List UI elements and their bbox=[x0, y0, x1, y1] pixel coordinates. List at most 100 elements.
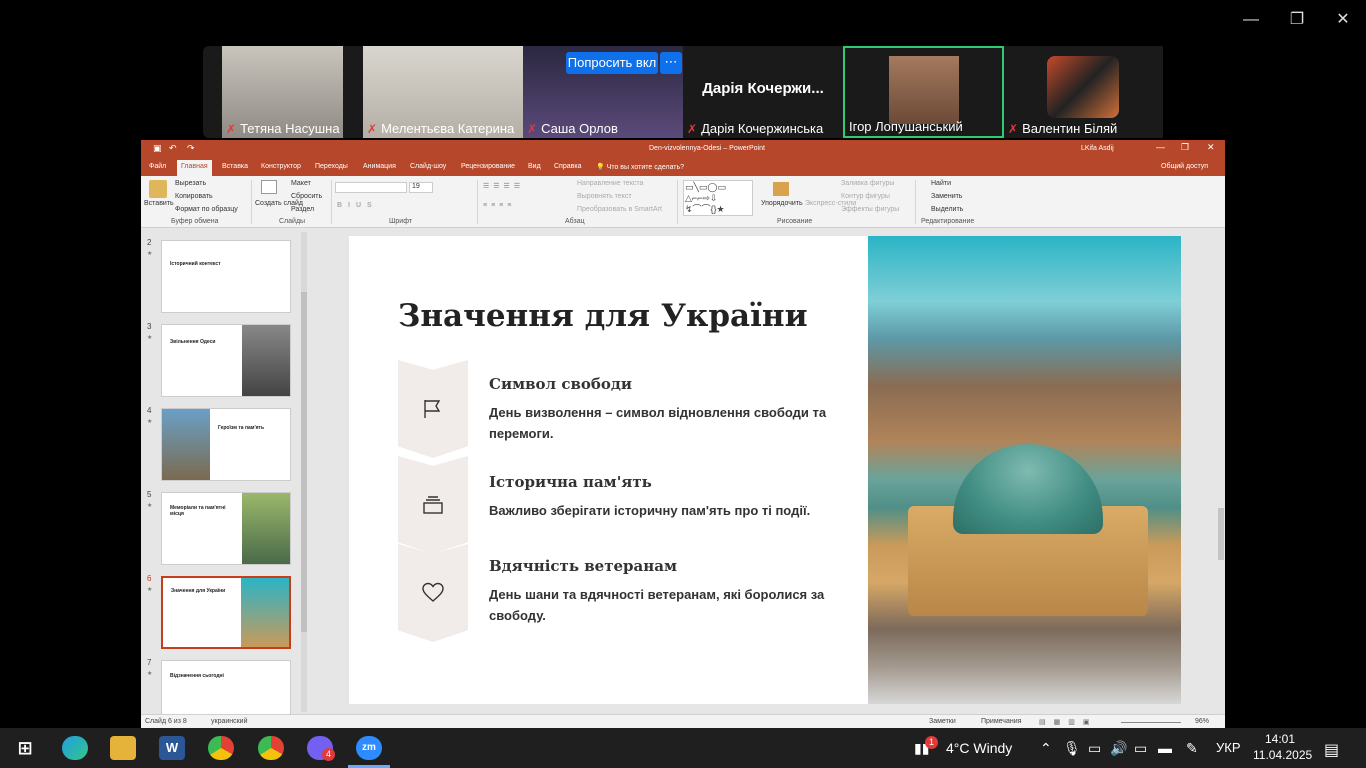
shape-effects-button[interactable]: Эффекты фигуры bbox=[841, 206, 899, 213]
convert-smartart-button[interactable]: Преобразовать в SmartArt bbox=[577, 206, 662, 213]
clock-time[interactable]: 14:01 bbox=[1265, 732, 1295, 746]
tab-transitions[interactable]: Переходы bbox=[315, 163, 348, 170]
shape-outline-button[interactable]: Контур фигуры bbox=[841, 193, 890, 200]
scrollbar-thumb[interactable] bbox=[301, 292, 307, 632]
item-description[interactable]: День визволення – символ відновлення сво… bbox=[489, 402, 829, 444]
tab-help[interactable]: Справка bbox=[554, 163, 581, 170]
slide-thumbnail[interactable]: Героїзм та пам'ять bbox=[161, 408, 291, 481]
slide-title[interactable]: Значення для України bbox=[398, 298, 808, 334]
battery-icon[interactable]: ▬ bbox=[1158, 740, 1172, 756]
copy-button[interactable]: Копировать bbox=[175, 193, 213, 200]
slide-thumbnail[interactable]: Звільнення Одеси bbox=[161, 324, 291, 397]
slide-thumbnail[interactable]: Відзначення сьогодні bbox=[161, 660, 291, 714]
tab-insert[interactable]: Вставка bbox=[222, 163, 248, 170]
slide-thumbnail[interactable]: Меморіали та пам'ятні місця bbox=[161, 492, 291, 565]
notifications-icon[interactable]: ▤ bbox=[1324, 740, 1339, 760]
participant-tile[interactable]: ✗ Тетяна Насушна bbox=[222, 46, 343, 138]
minimize-icon[interactable]: — bbox=[1156, 142, 1165, 152]
participant-tile[interactable]: Дарія Кочержи... ✗ Дарія Кочержинська bbox=[683, 46, 843, 138]
view-buttons[interactable]: ▤▦▥▣ bbox=[1039, 718, 1097, 726]
item-title[interactable]: Вдячність ветеранам bbox=[489, 557, 677, 575]
slide-scrollbar[interactable] bbox=[1217, 228, 1225, 714]
restore-button[interactable]: ❐ bbox=[1282, 8, 1312, 32]
text-direction-button[interactable]: Направление текста bbox=[577, 180, 643, 187]
slide-thumbnail[interactable]: Історичний контекст bbox=[161, 240, 291, 313]
item-title[interactable]: Символ свободи bbox=[489, 375, 632, 393]
edge-icon[interactable] bbox=[62, 736, 88, 760]
chrome-icon[interactable] bbox=[208, 736, 234, 760]
paste-button[interactable]: Вставить bbox=[144, 200, 174, 207]
word-icon[interactable]: W bbox=[159, 736, 185, 760]
redo-icon[interactable]: ↷ bbox=[187, 143, 195, 154]
pen-icon[interactable]: ✎ bbox=[1186, 740, 1198, 757]
weather-text[interactable]: 4°C Windy bbox=[946, 740, 1012, 756]
minimize-button[interactable]: — bbox=[1236, 8, 1266, 32]
item-title[interactable]: Історична пам'ять bbox=[489, 473, 652, 491]
tab-home[interactable]: Главная bbox=[177, 160, 212, 176]
shapes-gallery[interactable]: ▭╲▭◯▭ △⌐⌐⇨⇩ ↯⌒⌒{}★ bbox=[683, 180, 753, 216]
section-button[interactable]: Раздел bbox=[291, 206, 314, 213]
font-size-field[interactable]: 19 bbox=[409, 182, 433, 193]
undo-icon[interactable]: ↶ bbox=[169, 143, 177, 154]
current-slide[interactable]: Значення для України Символ свободи День… bbox=[349, 236, 1181, 704]
language-indicator[interactable]: украинский bbox=[211, 718, 248, 725]
align-buttons[interactable]: ≡≡≡≡ bbox=[483, 202, 515, 209]
item-description[interactable]: Важливо зберігати історичну пам'ять про … bbox=[489, 500, 849, 521]
arrange-button[interactable]: Упорядочить bbox=[761, 200, 803, 207]
chevron-up-icon[interactable]: ⌃ bbox=[1040, 740, 1052, 757]
microphone-icon[interactable]: 🎙 bbox=[1063, 740, 1081, 757]
close-button[interactable]: ✕ bbox=[1328, 8, 1358, 32]
more-options-button[interactable]: ⋯ bbox=[660, 52, 682, 74]
participant-tile-active-speaker[interactable]: Ігор Лопушанський bbox=[843, 46, 1004, 138]
cut-button[interactable]: Вырезать bbox=[175, 180, 206, 187]
close-icon[interactable]: ✕ bbox=[1207, 142, 1215, 153]
tab-view[interactable]: Вид bbox=[528, 163, 541, 170]
participant-tile[interactable]: ✗ Мелентьєва Катерина bbox=[363, 46, 523, 138]
font-format-buttons[interactable]: BIUS bbox=[337, 202, 378, 209]
format-painter-button[interactable]: Формат по образцу bbox=[175, 206, 238, 213]
network-icon[interactable]: ▭ bbox=[1088, 740, 1101, 757]
list-buttons[interactable]: ☰☰☰☰ bbox=[483, 182, 524, 190]
zoom-slider[interactable] bbox=[1121, 722, 1181, 723]
slide-thumbnail-selected[interactable]: Значення для України bbox=[161, 576, 291, 649]
clock-date[interactable]: 11.04.2025 bbox=[1253, 748, 1312, 762]
file-explorer-icon[interactable] bbox=[110, 736, 136, 760]
thumbnails-scrollbar[interactable] bbox=[301, 232, 307, 712]
find-button[interactable]: Найти bbox=[931, 180, 951, 187]
select-button[interactable]: Выделить bbox=[931, 206, 963, 213]
align-text-button[interactable]: Выровнять текст bbox=[577, 193, 632, 200]
display-icon[interactable]: ▭ bbox=[1134, 740, 1147, 757]
divider bbox=[915, 180, 916, 224]
ask-to-unmute-button[interactable]: Попросить вкл bbox=[566, 52, 658, 74]
tab-slideshow[interactable]: Слайд-шоу bbox=[410, 163, 446, 170]
comments-button[interactable]: Примечания bbox=[981, 718, 1021, 725]
restore-icon[interactable]: ❐ bbox=[1181, 142, 1189, 153]
participant-tile[interactable]: ✗ Валентин Біляй bbox=[1004, 46, 1163, 138]
font-name-field[interactable] bbox=[335, 182, 407, 193]
zoom-icon[interactable]: zm bbox=[356, 736, 382, 760]
tab-file[interactable]: Файл bbox=[149, 163, 166, 170]
tab-design[interactable]: Конструктор bbox=[261, 163, 301, 170]
item-description[interactable]: День шани та вдячності ветеранам, які бо… bbox=[489, 584, 829, 626]
windows-start-icon[interactable]: ⊞ bbox=[12, 736, 38, 760]
volume-icon[interactable]: 🔊 bbox=[1110, 740, 1127, 757]
layout-button[interactable]: Макет bbox=[291, 180, 311, 187]
shape-fill-button[interactable]: Заливка фигуры bbox=[841, 180, 894, 187]
thumbnail-title: Історичний контекст bbox=[170, 261, 221, 267]
tell-me-search[interactable]: 💡 Что вы хотите сделать? bbox=[596, 163, 684, 171]
slide-number: 6 bbox=[147, 574, 152, 583]
tab-review[interactable]: Рецензирование bbox=[461, 163, 515, 170]
chrome-icon-2[interactable] bbox=[258, 736, 284, 760]
paragraph-group-label: Абзац bbox=[565, 218, 585, 225]
scrollbar-thumb[interactable] bbox=[1218, 508, 1224, 560]
keyboard-language[interactable]: УКР bbox=[1216, 740, 1241, 755]
odesa-opera-photo[interactable] bbox=[868, 236, 1181, 704]
notes-button[interactable]: Заметки bbox=[929, 718, 956, 725]
drawing-group-label: Рисование bbox=[777, 218, 813, 225]
share-button[interactable]: Общий доступ bbox=[1161, 163, 1208, 170]
save-icon[interactable]: ▣ bbox=[153, 143, 162, 154]
reset-button[interactable]: Сбросить bbox=[291, 193, 322, 200]
replace-button[interactable]: Заменить bbox=[931, 193, 962, 200]
tab-animations[interactable]: Анимация bbox=[363, 163, 396, 170]
zoom-level[interactable]: 96% bbox=[1195, 718, 1209, 725]
